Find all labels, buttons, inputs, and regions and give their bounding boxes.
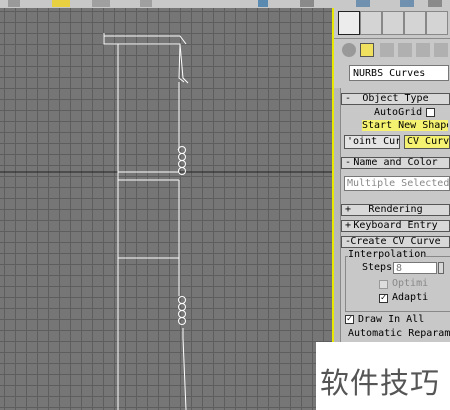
lights-icon[interactable] — [380, 43, 394, 57]
helpers-icon[interactable] — [416, 43, 430, 57]
geometry-icon[interactable] — [342, 43, 356, 57]
display-tab-icon[interactable] — [426, 11, 448, 35]
perspective-viewport[interactable] — [0, 8, 334, 410]
draw-in-all-label: Draw In All — [358, 314, 425, 325]
teapot-icon[interactable] — [300, 0, 314, 7]
steps-spinner[interactable]: 8 — [393, 262, 437, 274]
body-right-edge-bottom — [182, 328, 187, 410]
rollout-title: Object Type — [362, 93, 429, 104]
point-curve-button[interactable]: 'oint Curve — [344, 135, 400, 149]
object-type-rollout-header[interactable]: - Object Type — [341, 93, 450, 105]
create-category-row — [334, 40, 450, 62]
rollout-title: Name and Color — [353, 157, 438, 168]
cv-knob-cluster-lower — [178, 296, 186, 325]
head-top-edge — [104, 35, 187, 45]
adaptive-checkbox[interactable]: ✓ — [379, 294, 388, 303]
rollout-title: Keyboard Entry — [353, 220, 438, 231]
spacewarps-icon[interactable] — [434, 43, 448, 57]
watermark: 软件技巧 — [316, 342, 450, 410]
viewport-icon[interactable] — [92, 0, 110, 7]
object-name-value: Multiple Selected — [347, 178, 450, 189]
head-outline — [103, 33, 189, 84]
quick-render-icon[interactable] — [400, 0, 414, 7]
create-cv-curve-rollout-header[interactable]: - Create CV Curve — [341, 236, 450, 248]
motion-tab-icon[interactable] — [404, 11, 426, 35]
optimize-checkbox[interactable] — [379, 280, 388, 289]
autogrid-label: AutoGrid — [374, 107, 423, 118]
active-shade-icon[interactable] — [428, 0, 442, 7]
body-right-edge-top — [177, 82, 180, 151]
render-icon[interactable] — [258, 0, 268, 7]
autogrid-checkbox[interactable] — [426, 108, 435, 117]
adaptive-label: Adapti — [392, 292, 429, 303]
render-frame-icon[interactable] — [356, 0, 370, 7]
move-icon[interactable] — [8, 0, 20, 7]
rollout-title: Rendering — [368, 204, 423, 215]
draw-in-all-checkbox[interactable]: ✓ — [345, 315, 354, 324]
cameras-icon[interactable] — [398, 43, 412, 57]
object-name-field[interactable]: Multiple Selected — [344, 176, 450, 191]
optimize-label: Optimi — [392, 278, 429, 289]
interpolation-label: Interpolation — [348, 249, 427, 260]
modify-tab-icon[interactable] — [360, 11, 382, 35]
cv-knob-cluster-upper — [178, 146, 186, 175]
panel-tabs — [334, 8, 450, 39]
zoom-icon[interactable] — [52, 0, 70, 7]
name-and-color-rollout-header[interactable]: - Name and Color — [341, 157, 450, 169]
hierarchy-tab-icon[interactable] — [382, 11, 404, 35]
auto-reparam-label: Automatic Reparame — [348, 328, 450, 339]
start-new-shape-label[interactable]: Start New Shape — [362, 120, 448, 131]
steps-value: 8 — [396, 263, 403, 274]
rollout-title: Create CV Curve — [350, 236, 441, 247]
create-tab-icon[interactable] — [338, 11, 360, 35]
watermark-text: 软件技巧 — [320, 366, 441, 400]
cv-curve-button[interactable]: CV Curv — [404, 135, 450, 149]
keyboard-entry-rollout-header[interactable]: + Keyboard Entry — [341, 220, 450, 232]
spinner-arrows-icon[interactable] — [438, 262, 444, 274]
shapes-icon[interactable] — [360, 43, 374, 57]
rendering-rollout-header[interactable]: + Rendering — [341, 204, 450, 216]
shape-category-dropdown[interactable]: NURBS Curves — [349, 65, 449, 81]
nurbs-shape-drawing — [0, 33, 334, 410]
link-icon[interactable] — [140, 0, 152, 7]
